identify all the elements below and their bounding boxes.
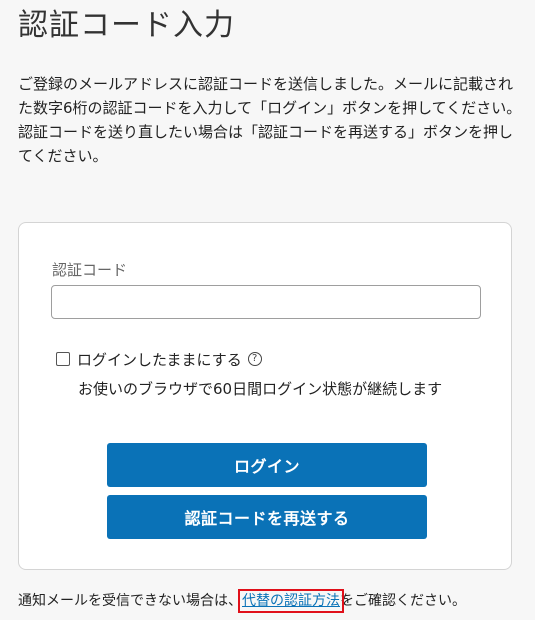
instructions-line-1: ご登録のメールアドレスに認証コードを送信しました。メールに記載された数字6桁の認… bbox=[18, 75, 522, 117]
instructions-line-2: 認証コードを送り直したい場合は「認証コードを再送する」ボタンを押してください。 bbox=[18, 123, 514, 165]
remember-me-label[interactable]: ログインしたままにする bbox=[77, 349, 242, 370]
alternative-auth-link[interactable]: 代替の認証方法 bbox=[238, 589, 344, 613]
auth-code-input[interactable] bbox=[51, 285, 481, 319]
remember-me-note: お使いのブラウザで60日間ログイン状態が継続します bbox=[78, 380, 443, 398]
page: 認証コード入力 ご登録のメールアドレスに認証コードを送信しました。メールに記載さ… bbox=[0, 0, 535, 620]
auth-code-card: 認証コード ログインしたままにする ? お使いのブラウザで60日間ログイン状態が… bbox=[18, 222, 512, 570]
login-button[interactable]: ログイン bbox=[107, 443, 427, 487]
resend-code-button[interactable]: 認証コードを再送する bbox=[107, 495, 427, 539]
code-field-label: 認証コード bbox=[52, 261, 128, 279]
footer-prefix: 通知メールを受信できない場合は、 bbox=[18, 593, 242, 609]
footer-suffix: をご確認ください。 bbox=[340, 593, 466, 609]
instructions: ご登録のメールアドレスに認証コードを送信しました。メールに記載された数字6桁の認… bbox=[18, 72, 523, 168]
remember-me-checkbox[interactable] bbox=[56, 352, 70, 366]
help-icon[interactable]: ? bbox=[247, 352, 262, 366]
remember-me-row: ログインしたままにする ? bbox=[56, 349, 262, 369]
footer-note: 通知メールを受信できない場合は、代替の認証方法をご確認ください。 bbox=[18, 589, 466, 613]
page-title: 認証コード入力 bbox=[18, 8, 235, 43]
